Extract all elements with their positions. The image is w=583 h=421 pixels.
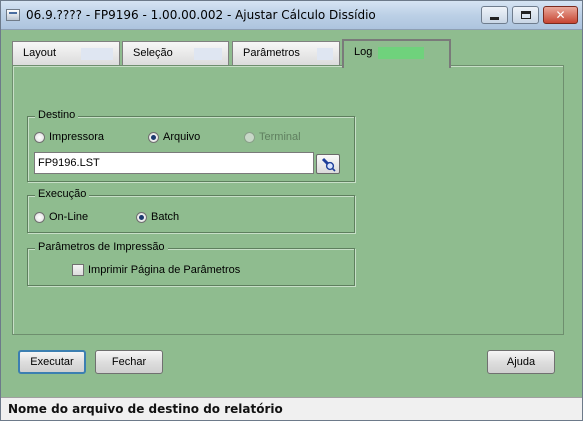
tab-panel-log: Destino Impressora Arquivo Terminal FP91…	[12, 65, 564, 335]
destination-file-input[interactable]: FP9196.LST	[34, 152, 314, 174]
execucao-group: Execução On-Line Batch	[27, 188, 355, 233]
tab-highlight	[378, 47, 424, 59]
status-bar: Nome do arquivo de destino do relatório	[1, 397, 582, 420]
parametros-impressao-legend: Parâmetros de Impressão	[35, 241, 168, 253]
minimize-icon	[490, 16, 499, 20]
tab-label: Parâmetros	[243, 47, 300, 59]
radio-icon	[34, 131, 45, 143]
minimize-button[interactable]	[481, 6, 508, 24]
checkbox-icon	[72, 264, 84, 276]
radio-label: Impressora	[49, 131, 105, 143]
radio-arquivo[interactable]: Arquivo	[148, 131, 200, 143]
tab-log[interactable]: Log	[342, 39, 451, 68]
tab-highlight	[81, 48, 113, 60]
radio-impressora[interactable]: Impressora	[34, 131, 104, 143]
parametros-impressao-group: Parâmetros de Impressão Imprimir Página …	[27, 241, 355, 286]
window-title: 06.9.???? - FP9196 - 1.00.00.002 - Ajust…	[26, 8, 376, 22]
radio-label: On-Line	[49, 211, 89, 223]
radio-batch[interactable]: Batch	[136, 211, 179, 223]
tab-selecao[interactable]: Seleção	[122, 41, 229, 67]
tab-label: Seleção	[133, 47, 173, 59]
radio-online[interactable]: On-Line	[34, 211, 88, 223]
browse-file-button[interactable]	[316, 154, 340, 174]
radio-terminal: Terminal	[244, 131, 301, 143]
radio-label: Terminal	[259, 131, 301, 143]
checkbox-label: Imprimir Página de Parâmetros	[88, 264, 241, 276]
radio-icon	[34, 211, 45, 223]
radio-icon	[244, 131, 255, 143]
close-icon: ✕	[555, 8, 566, 22]
fechar-button[interactable]: Fechar	[95, 350, 163, 374]
radio-selected-icon	[148, 131, 159, 143]
execucao-legend: Execução	[35, 188, 90, 200]
close-button[interactable]: ✕	[543, 6, 578, 24]
tab-highlight	[194, 48, 222, 60]
radio-label: Arquivo	[163, 131, 201, 143]
tab-layout[interactable]: Layout	[12, 41, 120, 67]
title-bar[interactable]: 06.9.???? - FP9196 - 1.00.00.002 - Ajust…	[1, 1, 582, 30]
maximize-icon	[520, 11, 531, 19]
flashlight-search-icon	[321, 157, 336, 172]
radio-selected-icon	[136, 211, 147, 223]
destino-legend: Destino	[35, 109, 79, 121]
application-icon	[6, 9, 20, 21]
radio-label: Batch	[151, 211, 180, 223]
tab-label: Layout	[23, 47, 57, 59]
maximize-button[interactable]	[512, 6, 539, 24]
tab-strip: Layout Seleção Parâmetros Log	[12, 39, 452, 68]
tab-parametros[interactable]: Parâmetros	[232, 41, 340, 67]
tab-label: Log	[354, 46, 373, 58]
imprimir-parametros-checkbox[interactable]: Imprimir Página de Parâmetros	[72, 264, 240, 276]
dialog-window: 06.9.???? - FP9196 - 1.00.00.002 - Ajust…	[0, 0, 583, 421]
tab-highlight	[317, 48, 333, 60]
executar-button[interactable]: Executar	[18, 350, 86, 374]
ajuda-button[interactable]: Ajuda	[487, 350, 555, 374]
